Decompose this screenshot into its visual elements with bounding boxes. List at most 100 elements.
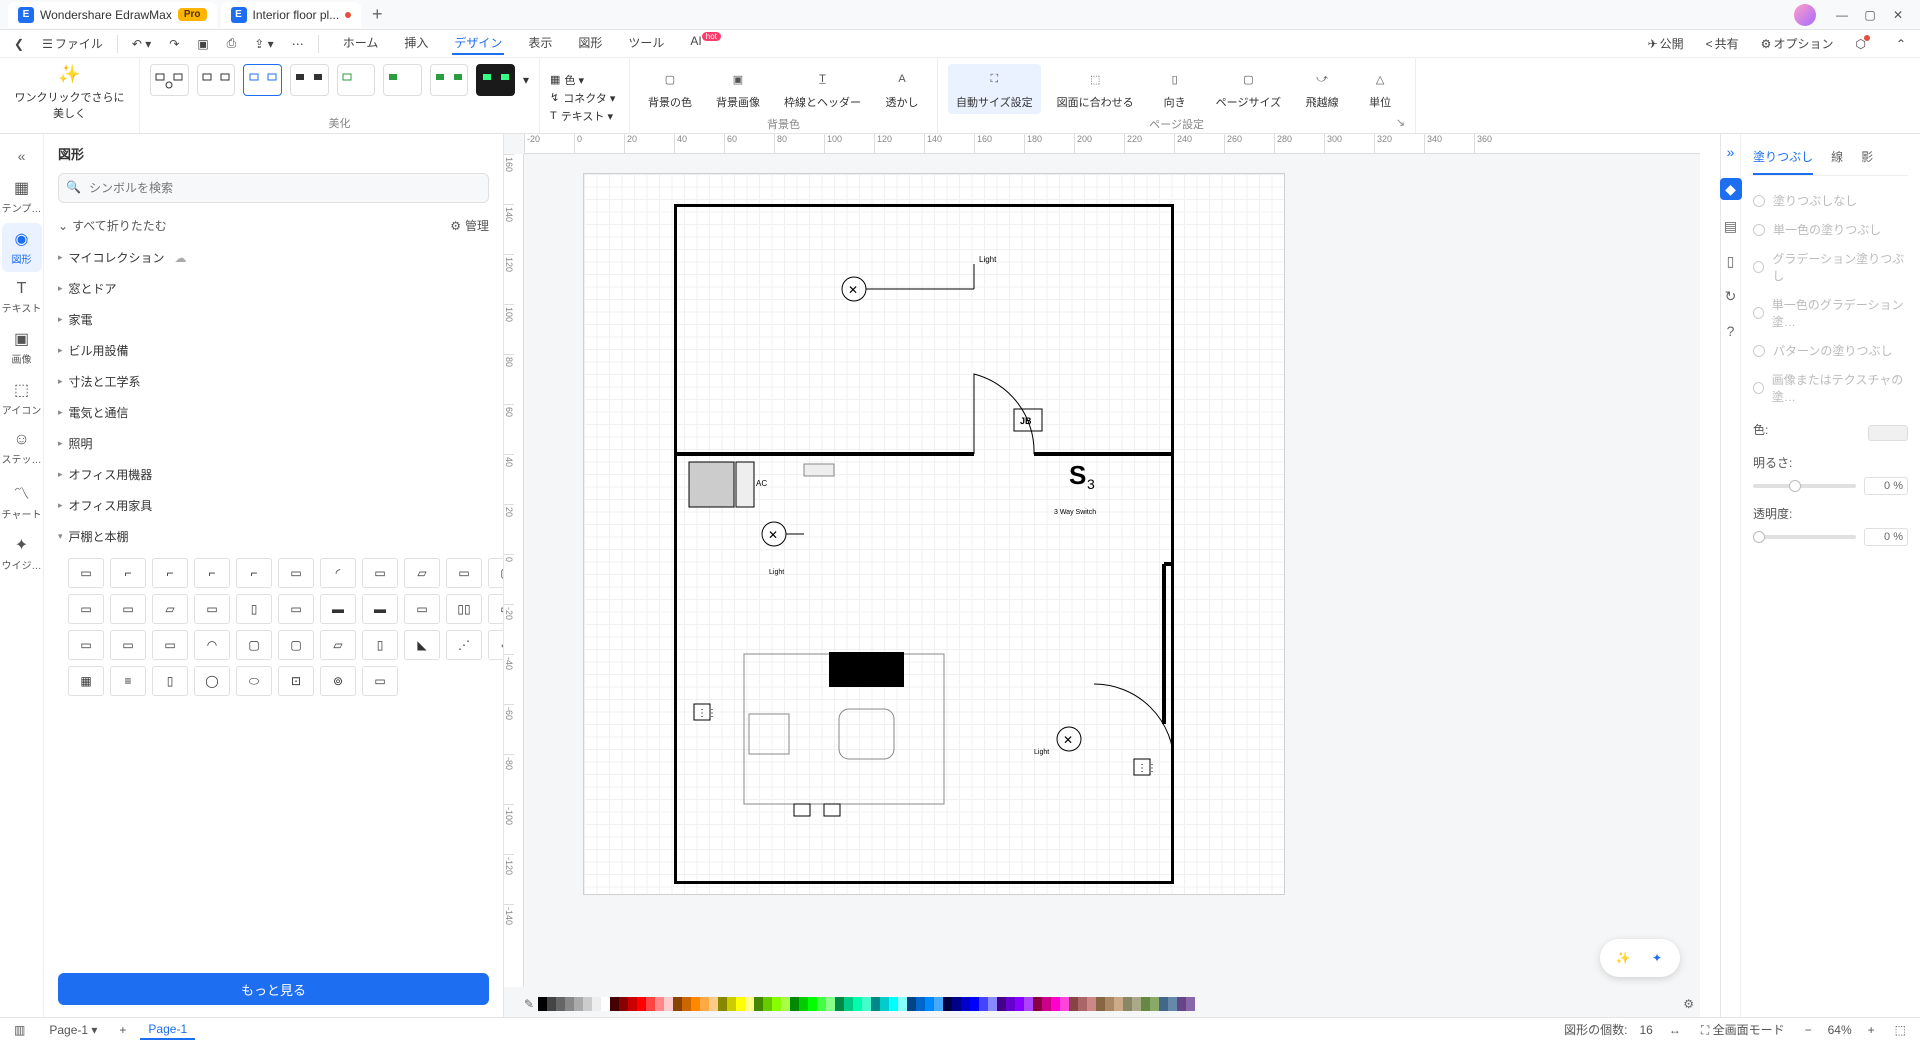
maximize-button[interactable]: ▢ xyxy=(1856,1,1884,29)
canvas-viewport[interactable]: ✕ Light JB AC S3 3 Way Switch ✕ Light xyxy=(524,154,1700,987)
settings-gear-button[interactable]: ⚙ xyxy=(1683,997,1694,1011)
fill-option-gradient[interactable]: グラデーション塗りつぶし xyxy=(1753,244,1908,290)
fill-option-mono-gradient[interactable]: 単一色のグラデーション塗… xyxy=(1753,290,1908,336)
redo-button[interactable]: ↷ xyxy=(165,35,183,53)
cat-windows-doors[interactable]: ▸窓とドア xyxy=(58,273,489,304)
color-swatch-item[interactable] xyxy=(934,997,943,1011)
page-dropdown[interactable]: Page-1 ▾ xyxy=(41,1021,105,1039)
shape-item[interactable]: ▢ xyxy=(488,558,503,588)
fit-page-button[interactable]: ⬚ xyxy=(1891,1021,1910,1039)
rail-template[interactable]: ▦テンプ… xyxy=(2,172,42,221)
shape-item[interactable]: ▭ xyxy=(110,630,146,660)
left-rail-collapse[interactable]: « xyxy=(12,142,32,170)
color-swatch-item[interactable] xyxy=(772,997,781,1011)
cat-building[interactable]: ▸ビル用設備 xyxy=(58,335,489,366)
fill-option-none[interactable]: 塗りつぶしなし xyxy=(1753,186,1908,215)
rail-widget[interactable]: ✦ウイジ… xyxy=(2,529,42,578)
color-swatch-item[interactable] xyxy=(1141,997,1150,1011)
page-tab-1[interactable]: Page-1 xyxy=(140,1020,195,1040)
shape-item[interactable]: ▭ xyxy=(488,594,503,624)
fill-option-solid[interactable]: 単一色の塗りつぶし xyxy=(1753,215,1908,244)
pagesize-button[interactable]: ▢ページサイズ xyxy=(1208,64,1289,114)
shape-item[interactable]: ▭ xyxy=(362,666,398,696)
rail-sticker[interactable]: ☺ステッ… xyxy=(2,425,42,472)
color-menu[interactable]: ▦ 色 ▾ xyxy=(550,71,619,89)
shape-item[interactable]: ▬ xyxy=(320,594,356,624)
cat-mycollection[interactable]: ▸マイコレクション☁ xyxy=(58,242,489,273)
fab-ai-wand[interactable]: ✨ xyxy=(1610,945,1636,971)
rail-icon[interactable]: ⬚アイコン xyxy=(2,374,42,423)
close-button[interactable]: ✕ xyxy=(1884,1,1912,29)
color-swatch-item[interactable] xyxy=(988,997,997,1011)
tab-view[interactable]: 表示 xyxy=(526,32,554,55)
shape-item[interactable]: ▬ xyxy=(362,594,398,624)
color-swatch-item[interactable] xyxy=(1177,997,1186,1011)
zoom-in-button[interactable]: + xyxy=(1864,1021,1879,1039)
color-swatch-item[interactable] xyxy=(637,997,646,1011)
shape-item[interactable]: ⊚ xyxy=(320,666,356,696)
shape-item[interactable]: ▭ xyxy=(446,558,482,588)
color-swatch-item[interactable] xyxy=(808,997,817,1011)
theme-5[interactable] xyxy=(337,64,376,96)
autosize-button[interactable]: ⛶自動サイズ設定 xyxy=(948,64,1041,114)
zoom-out-button[interactable]: − xyxy=(1801,1021,1816,1039)
watermark-button[interactable]: A透かし xyxy=(877,64,927,114)
shape-item[interactable]: ◣ xyxy=(404,630,440,660)
color-swatch-item[interactable] xyxy=(700,997,709,1011)
color-swatch-item[interactable] xyxy=(763,997,772,1011)
back-button[interactable]: ❮ xyxy=(10,35,28,53)
brightness-value[interactable]: 0 % xyxy=(1864,477,1908,495)
color-swatch-item[interactable] xyxy=(682,997,691,1011)
color-swatch-item[interactable] xyxy=(952,997,961,1011)
shape-item[interactable]: ▢ xyxy=(278,630,314,660)
theme-4[interactable] xyxy=(290,64,329,96)
color-swatch-item[interactable] xyxy=(1042,997,1051,1011)
oneclick-label[interactable]: ワンクリックでさらに美しく xyxy=(10,89,129,121)
shape-item[interactable]: ▭ xyxy=(404,594,440,624)
shape-item[interactable]: ▭ xyxy=(278,594,314,624)
shape-item[interactable]: ▱ xyxy=(320,630,356,660)
undo-button[interactable]: ↶ ▾ xyxy=(128,35,155,53)
drawing-page[interactable]: ✕ Light JB AC S3 3 Way Switch ✕ Light xyxy=(584,174,1284,894)
theme-2[interactable] xyxy=(197,64,236,96)
color-swatch-item[interactable] xyxy=(673,997,682,1011)
color-swatch-item[interactable] xyxy=(619,997,628,1011)
cat-cabinets[interactable]: ▾戸棚と本棚 xyxy=(58,521,489,552)
color-swatch-item[interactable] xyxy=(898,997,907,1011)
publish-button[interactable]: ✈ 公開 xyxy=(1644,33,1688,54)
fab-sparkle[interactable]: ✦ xyxy=(1644,945,1670,971)
add-page-button[interactable]: + xyxy=(115,1021,130,1039)
export-button[interactable]: ⇪ ▾ xyxy=(250,35,277,53)
collapse-ribbon-button[interactable]: ⌃ xyxy=(1892,35,1910,53)
options-button[interactable]: ⚙ オプション xyxy=(1757,33,1838,54)
color-swatch-item[interactable] xyxy=(1033,997,1042,1011)
shape-item[interactable]: ▭ xyxy=(362,558,398,588)
color-swatch-item[interactable] xyxy=(1015,997,1024,1011)
color-swatch-item[interactable] xyxy=(556,997,565,1011)
color-swatch-item[interactable] xyxy=(1150,997,1159,1011)
color-swatch-item[interactable] xyxy=(925,997,934,1011)
color-swatch-item[interactable] xyxy=(961,997,970,1011)
color-swatch-item[interactable] xyxy=(817,997,826,1011)
menu-button[interactable]: ☰ ファイル xyxy=(38,33,107,54)
color-swatch-item[interactable] xyxy=(1006,997,1015,1011)
shape-item[interactable]: ▱ xyxy=(152,594,188,624)
color-swatch-item[interactable] xyxy=(736,997,745,1011)
search-input[interactable] xyxy=(58,173,489,203)
cat-office-furniture[interactable]: ▸オフィス用家具 xyxy=(58,490,489,521)
color-swatch-item[interactable] xyxy=(628,997,637,1011)
shape-item[interactable]: ▭ xyxy=(110,594,146,624)
color-swatch-item[interactable] xyxy=(1096,997,1105,1011)
shape-item[interactable]: ▭ xyxy=(68,630,104,660)
right-panel-expand[interactable]: » xyxy=(1727,144,1735,160)
rp-help-icon[interactable]: ? xyxy=(1727,323,1735,339)
fit-button[interactable]: ⬚図面に合わせる xyxy=(1049,64,1142,114)
rp-tab-fill[interactable]: 塗りつぶし xyxy=(1753,144,1813,175)
color-swatch-item[interactable] xyxy=(1060,997,1069,1011)
color-swatch-item[interactable] xyxy=(997,997,1006,1011)
color-swatch-item[interactable] xyxy=(907,997,916,1011)
shape-item[interactable]: ▯ xyxy=(236,594,272,624)
color-swatch-item[interactable] xyxy=(1051,997,1060,1011)
text-menu[interactable]: T テキスト ▾ xyxy=(550,107,619,125)
fit-width-button[interactable]: ↔ xyxy=(1665,1021,1685,1039)
